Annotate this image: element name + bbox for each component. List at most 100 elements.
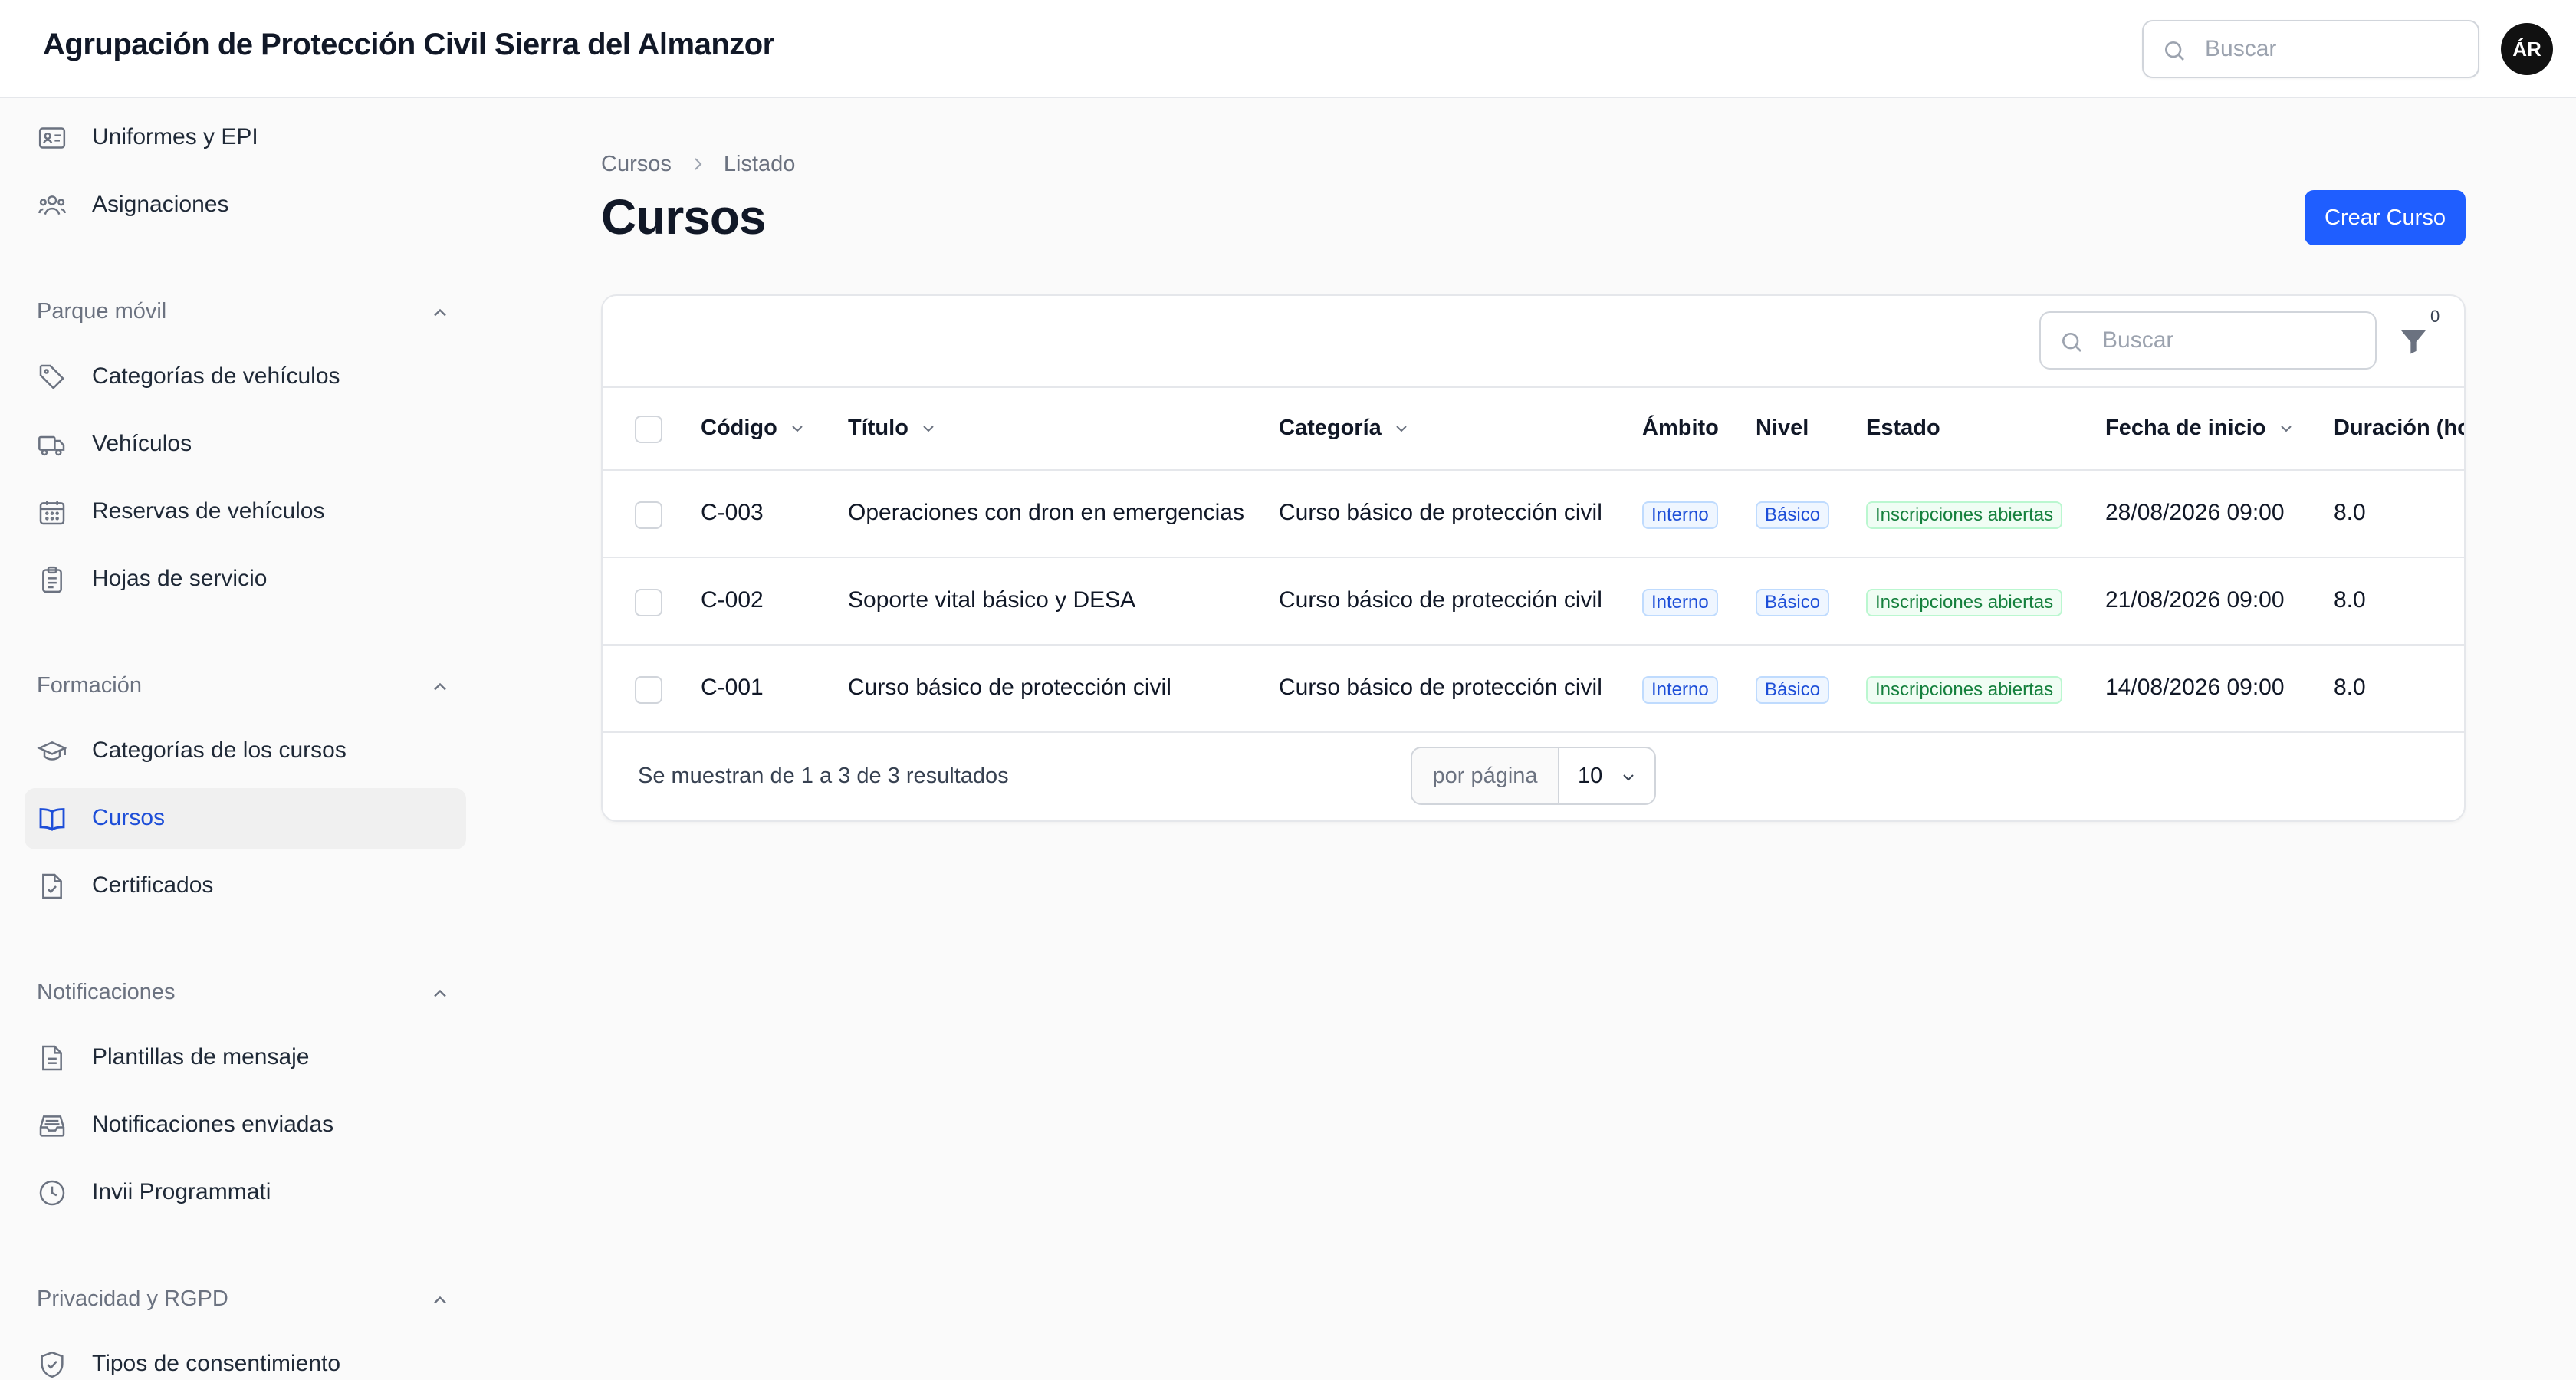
sidebar-item-label: Reservas de vehículos xyxy=(92,498,325,524)
column-estado: Estado xyxy=(1866,416,1940,441)
clipboard-icon xyxy=(42,566,62,593)
table-row[interactable]: C-002 Soporte vital básico y DESA Curso … xyxy=(603,558,2464,646)
sidebar: Uniformes y EPI Asignaciones Parque móvi… xyxy=(0,100,491,1380)
cell-duracion: 8.0 xyxy=(2334,587,2366,613)
group-header-notificaciones[interactable]: Notificaciones xyxy=(37,974,451,1010)
breadcrumb-parent[interactable]: Cursos xyxy=(601,152,672,177)
estado-badge: Inscripciones abiertas xyxy=(1866,676,2063,704)
chevron-up-icon xyxy=(434,989,446,997)
sidebar-item-notificaciones-enviadas[interactable]: Notificaciones enviadas xyxy=(25,1095,466,1156)
document-check-icon xyxy=(42,873,62,899)
sidebar-item-label: Hojas de servicio xyxy=(92,566,268,591)
search-icon xyxy=(2062,333,2082,352)
per-page-label: por página xyxy=(1412,748,1559,803)
column-label: Estado xyxy=(1866,416,1940,440)
sidebar-item-uniformes[interactable]: Uniformes y EPI xyxy=(25,107,466,169)
row-checkbox[interactable] xyxy=(635,501,662,529)
table-search-input[interactable] xyxy=(2102,324,2363,357)
global-search-input[interactable] xyxy=(2205,32,2466,66)
sidebar-item-vehiculos[interactable]: Vehículos xyxy=(25,414,466,475)
document-text-icon xyxy=(42,1045,62,1071)
cell-categoria: Curso básico de protección civil xyxy=(1279,587,1602,613)
cell-duracion: 8.0 xyxy=(2334,500,2366,525)
app-title[interactable]: Agrupación de Protección Civil Sierra de… xyxy=(43,28,774,62)
column-nivel: Nivel xyxy=(1756,416,1809,441)
truck-icon xyxy=(38,435,65,456)
sidebar-item-label: Asignaciones xyxy=(92,192,229,217)
sidebar-item-reservas-vehiculos[interactable]: Reservas de vehículos xyxy=(25,481,466,543)
cell-fecha: 28/08/2026 09:00 xyxy=(2105,500,2285,525)
sidebar-item-label: Tipos de consentimiento xyxy=(92,1351,341,1376)
chevron-up-icon xyxy=(434,308,446,317)
cell-titulo: Soporte vital básico y DESA xyxy=(848,587,1136,613)
search-icon xyxy=(2165,41,2184,61)
users-icon xyxy=(38,196,66,215)
cell-codigo: C-003 xyxy=(701,500,764,525)
ambito-badge: Interno xyxy=(1642,501,1718,529)
table-row[interactable]: C-003 Operaciones con dron en emergencia… xyxy=(603,471,2464,558)
clock-icon xyxy=(39,1180,65,1206)
sidebar-item-label: Certificados xyxy=(92,872,214,898)
sidebar-item-label: Uniformes y EPI xyxy=(92,124,258,150)
table-search[interactable] xyxy=(2039,311,2377,370)
column-codigo[interactable]: Código xyxy=(701,416,807,441)
column-fecha-inicio[interactable]: Fecha de inicio xyxy=(2105,416,2295,441)
group-label: Formación xyxy=(37,673,142,698)
shield-check-icon xyxy=(41,1351,64,1378)
book-open-icon xyxy=(39,808,65,831)
filter-count-badge: 0 xyxy=(2430,307,2440,326)
breadcrumb: Cursos Listado xyxy=(601,149,795,179)
table-header: Código Título Categoría Ámbito Nivel Est… xyxy=(603,386,2466,471)
table-row[interactable]: C-001 Curso básico de protección civil C… xyxy=(603,646,2464,733)
group-header-privacidad[interactable]: Privacidad y RGPD xyxy=(37,1280,451,1317)
sidebar-item-certificados[interactable]: Certificados xyxy=(25,856,466,917)
avatar[interactable]: ÁR xyxy=(2501,23,2553,75)
filter-icon[interactable] xyxy=(2397,322,2430,360)
chevron-up-icon xyxy=(434,682,446,691)
group-header-parque-movil[interactable]: Parque móvil xyxy=(37,293,451,330)
cell-duracion: 8.0 xyxy=(2334,675,2366,700)
select-all-checkbox[interactable] xyxy=(635,416,662,443)
per-page-value: 10 xyxy=(1578,764,1603,788)
group-label: Parque móvil xyxy=(37,299,167,324)
results-summary: Se muestran de 1 a 3 de 3 resultados xyxy=(638,764,1009,788)
sidebar-item-tipos-consentimiento[interactable]: Tipos de consentimiento xyxy=(25,1334,466,1380)
group-label: Notificaciones xyxy=(37,980,176,1004)
estado-badge: Inscripciones abiertas xyxy=(1866,501,2063,529)
sidebar-item-asignaciones[interactable]: Asignaciones xyxy=(25,175,466,236)
group-header-formacion[interactable]: Formación xyxy=(37,667,451,704)
chevron-down-icon xyxy=(1623,774,1634,781)
row-checkbox[interactable] xyxy=(635,589,662,616)
per-page-select[interactable]: por página 10 xyxy=(1411,747,1656,805)
column-ambito: Ámbito xyxy=(1642,416,1719,441)
cell-titulo: Operaciones con dron en emergencias xyxy=(848,500,1244,525)
column-label: Código xyxy=(701,416,777,440)
sort-chevron-down-icon xyxy=(923,425,934,432)
column-label: Duración (ho xyxy=(2334,416,2466,440)
create-course-button[interactable]: Crear Curso xyxy=(2305,190,2466,245)
cell-codigo: C-002 xyxy=(701,587,764,613)
global-search[interactable] xyxy=(2142,20,2479,78)
group-label: Privacidad y RGPD xyxy=(37,1286,228,1311)
sidebar-item-categorias-cursos[interactable]: Categorías de los cursos xyxy=(25,721,466,782)
row-checkbox[interactable] xyxy=(635,676,662,704)
cell-categoria: Curso básico de protección civil xyxy=(1279,675,1602,700)
sidebar-item-hojas-servicio[interactable]: Hojas de servicio xyxy=(25,549,466,610)
column-categoria[interactable]: Categoría xyxy=(1279,416,1411,441)
nivel-badge: Básico xyxy=(1756,676,1830,704)
sidebar-item-invii-programmati[interactable]: Invii Programmati xyxy=(25,1162,466,1224)
sort-chevron-down-icon xyxy=(2280,425,2292,432)
cell-titulo: Curso básico de protección civil xyxy=(848,675,1171,700)
sort-chevron-down-icon xyxy=(1396,425,1407,432)
nivel-badge: Básico xyxy=(1756,501,1830,529)
sidebar-item-cursos[interactable]: Cursos xyxy=(25,788,466,849)
graduation-cap-icon xyxy=(37,741,67,761)
sidebar-item-plantillas[interactable]: Plantillas de mensaje xyxy=(25,1027,466,1089)
cell-categoria: Curso básico de protección civil xyxy=(1279,500,1602,525)
sidebar-item-categorias-vehiculos[interactable]: Categorías de vehículos xyxy=(25,347,466,408)
cell-codigo: C-001 xyxy=(701,675,764,700)
top-bar: Agrupación de Protección Civil Sierra de… xyxy=(0,0,2576,98)
column-label: Fecha de inicio xyxy=(2105,416,2266,440)
sidebar-item-label: Plantillas de mensaje xyxy=(92,1044,310,1070)
column-titulo[interactable]: Título xyxy=(848,416,938,441)
